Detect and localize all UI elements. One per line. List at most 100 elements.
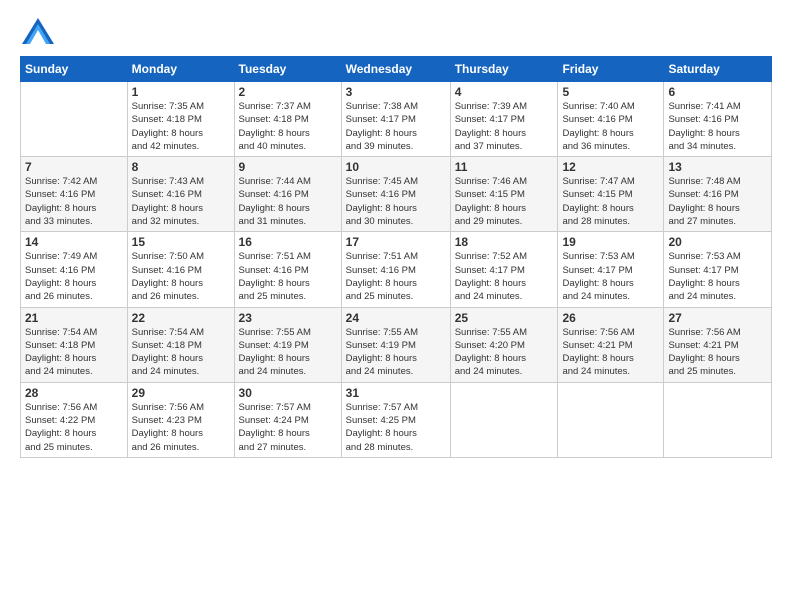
day-info: Sunrise: 7:57 AMSunset: 4:25 PMDaylight:… [346,401,446,454]
day-info: Sunrise: 7:35 AMSunset: 4:18 PMDaylight:… [132,100,230,153]
day-number: 28 [25,386,123,400]
calendar-cell: 10Sunrise: 7:45 AMSunset: 4:16 PMDayligh… [341,157,450,232]
calendar-cell: 28Sunrise: 7:56 AMSunset: 4:22 PMDayligh… [21,382,128,457]
day-info: Sunrise: 7:44 AMSunset: 4:16 PMDaylight:… [239,175,337,228]
day-number: 22 [132,311,230,325]
calendar-cell: 3Sunrise: 7:38 AMSunset: 4:17 PMDaylight… [341,82,450,157]
logo-icon [20,16,56,46]
day-number: 12 [562,160,659,174]
day-info: Sunrise: 7:37 AMSunset: 4:18 PMDaylight:… [239,100,337,153]
calendar-cell: 19Sunrise: 7:53 AMSunset: 4:17 PMDayligh… [558,232,664,307]
day-number: 19 [562,235,659,249]
calendar-cell: 8Sunrise: 7:43 AMSunset: 4:16 PMDaylight… [127,157,234,232]
day-number: 27 [668,311,767,325]
day-info: Sunrise: 7:53 AMSunset: 4:17 PMDaylight:… [668,250,767,303]
day-number: 23 [239,311,337,325]
calendar-cell: 13Sunrise: 7:48 AMSunset: 4:16 PMDayligh… [664,157,772,232]
week-row-2: 7Sunrise: 7:42 AMSunset: 4:16 PMDaylight… [21,157,772,232]
day-number: 29 [132,386,230,400]
day-info: Sunrise: 7:56 AMSunset: 4:21 PMDaylight:… [668,326,767,379]
calendar-cell: 31Sunrise: 7:57 AMSunset: 4:25 PMDayligh… [341,382,450,457]
calendar-table: SundayMondayTuesdayWednesdayThursdayFrid… [20,56,772,458]
week-row-5: 28Sunrise: 7:56 AMSunset: 4:22 PMDayligh… [21,382,772,457]
day-info: Sunrise: 7:54 AMSunset: 4:18 PMDaylight:… [25,326,123,379]
day-info: Sunrise: 7:55 AMSunset: 4:20 PMDaylight:… [455,326,554,379]
calendar-cell: 4Sunrise: 7:39 AMSunset: 4:17 PMDaylight… [450,82,558,157]
day-number: 15 [132,235,230,249]
calendar-cell: 14Sunrise: 7:49 AMSunset: 4:16 PMDayligh… [21,232,128,307]
day-info: Sunrise: 7:51 AMSunset: 4:16 PMDaylight:… [346,250,446,303]
day-info: Sunrise: 7:51 AMSunset: 4:16 PMDaylight:… [239,250,337,303]
day-info: Sunrise: 7:52 AMSunset: 4:17 PMDaylight:… [455,250,554,303]
calendar-cell: 23Sunrise: 7:55 AMSunset: 4:19 PMDayligh… [234,307,341,382]
day-info: Sunrise: 7:41 AMSunset: 4:16 PMDaylight:… [668,100,767,153]
day-info: Sunrise: 7:56 AMSunset: 4:23 PMDaylight:… [132,401,230,454]
day-number: 21 [25,311,123,325]
calendar-cell: 18Sunrise: 7:52 AMSunset: 4:17 PMDayligh… [450,232,558,307]
calendar-cell: 5Sunrise: 7:40 AMSunset: 4:16 PMDaylight… [558,82,664,157]
week-row-4: 21Sunrise: 7:54 AMSunset: 4:18 PMDayligh… [21,307,772,382]
header-tuesday: Tuesday [234,57,341,82]
day-info: Sunrise: 7:42 AMSunset: 4:16 PMDaylight:… [25,175,123,228]
day-info: Sunrise: 7:38 AMSunset: 4:17 PMDaylight:… [346,100,446,153]
calendar-cell: 7Sunrise: 7:42 AMSunset: 4:16 PMDaylight… [21,157,128,232]
calendar-cell: 16Sunrise: 7:51 AMSunset: 4:16 PMDayligh… [234,232,341,307]
day-info: Sunrise: 7:48 AMSunset: 4:16 PMDaylight:… [668,175,767,228]
calendar-cell: 12Sunrise: 7:47 AMSunset: 4:15 PMDayligh… [558,157,664,232]
day-info: Sunrise: 7:39 AMSunset: 4:17 PMDaylight:… [455,100,554,153]
calendar-cell: 15Sunrise: 7:50 AMSunset: 4:16 PMDayligh… [127,232,234,307]
day-number: 13 [668,160,767,174]
calendar-header-row: SundayMondayTuesdayWednesdayThursdayFrid… [21,57,772,82]
day-number: 25 [455,311,554,325]
day-info: Sunrise: 7:46 AMSunset: 4:15 PMDaylight:… [455,175,554,228]
calendar-cell: 29Sunrise: 7:56 AMSunset: 4:23 PMDayligh… [127,382,234,457]
calendar-cell [664,382,772,457]
week-row-3: 14Sunrise: 7:49 AMSunset: 4:16 PMDayligh… [21,232,772,307]
calendar-cell: 1Sunrise: 7:35 AMSunset: 4:18 PMDaylight… [127,82,234,157]
day-number: 16 [239,235,337,249]
calendar-cell: 30Sunrise: 7:57 AMSunset: 4:24 PMDayligh… [234,382,341,457]
day-number: 3 [346,85,446,99]
day-number: 11 [455,160,554,174]
calendar-cell [558,382,664,457]
calendar-cell: 6Sunrise: 7:41 AMSunset: 4:16 PMDaylight… [664,82,772,157]
calendar-cell: 25Sunrise: 7:55 AMSunset: 4:20 PMDayligh… [450,307,558,382]
day-number: 10 [346,160,446,174]
calendar-cell: 24Sunrise: 7:55 AMSunset: 4:19 PMDayligh… [341,307,450,382]
day-info: Sunrise: 7:54 AMSunset: 4:18 PMDaylight:… [132,326,230,379]
day-number: 30 [239,386,337,400]
calendar-cell: 9Sunrise: 7:44 AMSunset: 4:16 PMDaylight… [234,157,341,232]
calendar-cell: 22Sunrise: 7:54 AMSunset: 4:18 PMDayligh… [127,307,234,382]
day-number: 18 [455,235,554,249]
day-number: 2 [239,85,337,99]
logo [20,16,60,46]
calendar-cell: 2Sunrise: 7:37 AMSunset: 4:18 PMDaylight… [234,82,341,157]
calendar-cell: 20Sunrise: 7:53 AMSunset: 4:17 PMDayligh… [664,232,772,307]
calendar-cell: 17Sunrise: 7:51 AMSunset: 4:16 PMDayligh… [341,232,450,307]
day-number: 20 [668,235,767,249]
day-number: 26 [562,311,659,325]
day-info: Sunrise: 7:55 AMSunset: 4:19 PMDaylight:… [346,326,446,379]
page: SundayMondayTuesdayWednesdayThursdayFrid… [0,0,792,612]
day-info: Sunrise: 7:53 AMSunset: 4:17 PMDaylight:… [562,250,659,303]
day-number: 4 [455,85,554,99]
day-number: 24 [346,311,446,325]
header-monday: Monday [127,57,234,82]
calendar-cell [450,382,558,457]
day-info: Sunrise: 7:40 AMSunset: 4:16 PMDaylight:… [562,100,659,153]
week-row-1: 1Sunrise: 7:35 AMSunset: 4:18 PMDaylight… [21,82,772,157]
day-number: 1 [132,85,230,99]
header-saturday: Saturday [664,57,772,82]
day-info: Sunrise: 7:57 AMSunset: 4:24 PMDaylight:… [239,401,337,454]
day-info: Sunrise: 7:43 AMSunset: 4:16 PMDaylight:… [132,175,230,228]
day-number: 7 [25,160,123,174]
day-number: 9 [239,160,337,174]
header-friday: Friday [558,57,664,82]
day-info: Sunrise: 7:56 AMSunset: 4:22 PMDaylight:… [25,401,123,454]
calendar-cell: 11Sunrise: 7:46 AMSunset: 4:15 PMDayligh… [450,157,558,232]
day-number: 14 [25,235,123,249]
day-number: 5 [562,85,659,99]
calendar-cell: 27Sunrise: 7:56 AMSunset: 4:21 PMDayligh… [664,307,772,382]
day-number: 17 [346,235,446,249]
day-number: 8 [132,160,230,174]
